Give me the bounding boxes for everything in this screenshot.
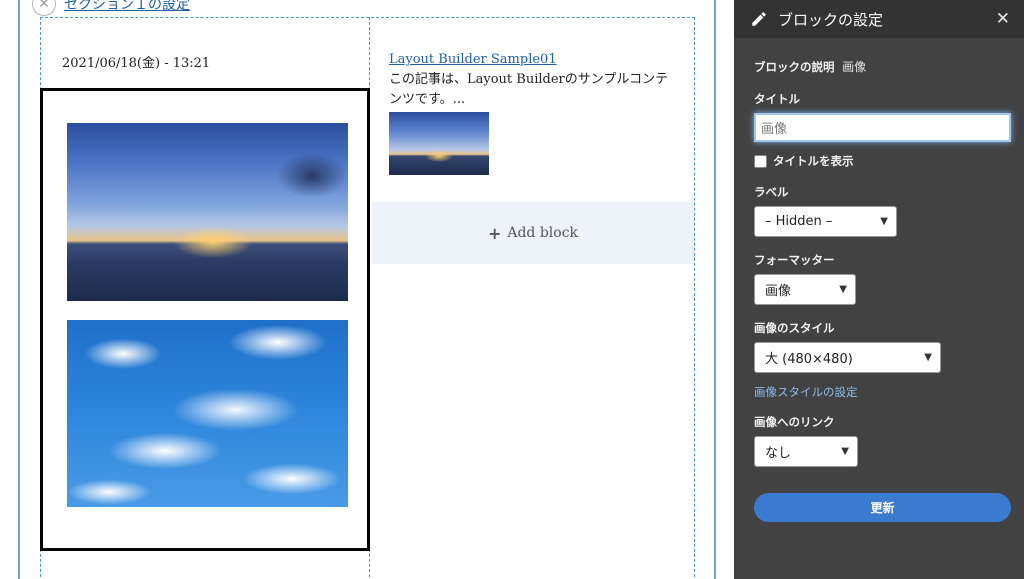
update-button[interactable]: 更新	[754, 493, 1011, 522]
chevron-down-icon: ▼	[839, 284, 847, 295]
teaser-title-link[interactable]: Layout Builder Sample01	[389, 52, 557, 67]
label-display-value: – Hidden –	[765, 214, 833, 229]
remove-section-close-icon[interactable]: ✕	[32, 0, 56, 16]
formatter-value: 画像	[765, 284, 792, 299]
panel-close-icon[interactable]: ✕	[996, 9, 1010, 29]
add-block-button[interactable]: + Add block	[372, 202, 694, 264]
image-style-select[interactable]: 大 (480×480) ▼	[754, 342, 941, 373]
block-description: ブロックの説明 画像	[754, 58, 1011, 75]
formatter-select[interactable]: 画像 ▼	[754, 274, 856, 305]
image-style-settings-link[interactable]: 画像スタイルの設定	[754, 384, 1011, 400]
article-date: 2021/06/18(金) - 13:21	[62, 56, 211, 71]
label-display-label: ラベル	[754, 185, 789, 199]
sunset-image	[67, 123, 348, 301]
formatter-label: フォーマッター	[754, 253, 835, 267]
selected-image-block[interactable]	[40, 88, 370, 551]
section-toolbar: ✕ セクション１の設定	[32, 0, 190, 16]
panel-header: ブロックの設定 ✕	[734, 0, 1024, 38]
image-style-label: 画像のスタイル	[754, 321, 835, 335]
configure-section-link[interactable]: セクション１の設定	[64, 0, 190, 14]
clouds-image	[67, 320, 348, 507]
chevron-down-icon: ▼	[880, 216, 888, 227]
add-block-label: Add block	[507, 225, 579, 241]
link-to-value: なし	[765, 446, 792, 461]
chevron-down-icon: ▼	[924, 352, 932, 363]
teaser-thumbnail[interactable]	[389, 112, 489, 175]
plus-icon: +	[487, 223, 502, 243]
panel-title: ブロックの設定	[778, 10, 884, 29]
block-settings-panel: ブロックの設定 ✕ ブロックの説明 画像 タイトル 画像 タイトルを表示 ラベル…	[734, 0, 1024, 579]
teaser-body: この記事は、Layout Builderのサンプルコンテンツです。...	[389, 72, 669, 107]
label-display-select[interactable]: – Hidden – ▼	[754, 206, 897, 237]
chevron-down-icon: ▼	[841, 446, 849, 457]
layout-canvas: ✕ セクション１の設定 2021/06/18(金) - 13:21 Layout…	[0, 0, 734, 579]
show-title-row: タイトルを表示	[754, 153, 1011, 169]
title-input[interactable]: 画像	[754, 113, 1011, 142]
image-style-value: 大 (480×480)	[765, 352, 853, 367]
link-to-label: 画像へのリンク	[754, 415, 835, 429]
show-title-checkbox[interactable]	[754, 154, 767, 168]
description-label: ブロックの説明	[754, 60, 835, 74]
description-value: 画像	[842, 60, 867, 74]
show-title-label: タイトルを表示	[773, 154, 854, 168]
link-to-select[interactable]: なし ▼	[754, 436, 858, 467]
title-label: タイトル	[754, 92, 800, 106]
pencil-icon	[752, 12, 766, 26]
